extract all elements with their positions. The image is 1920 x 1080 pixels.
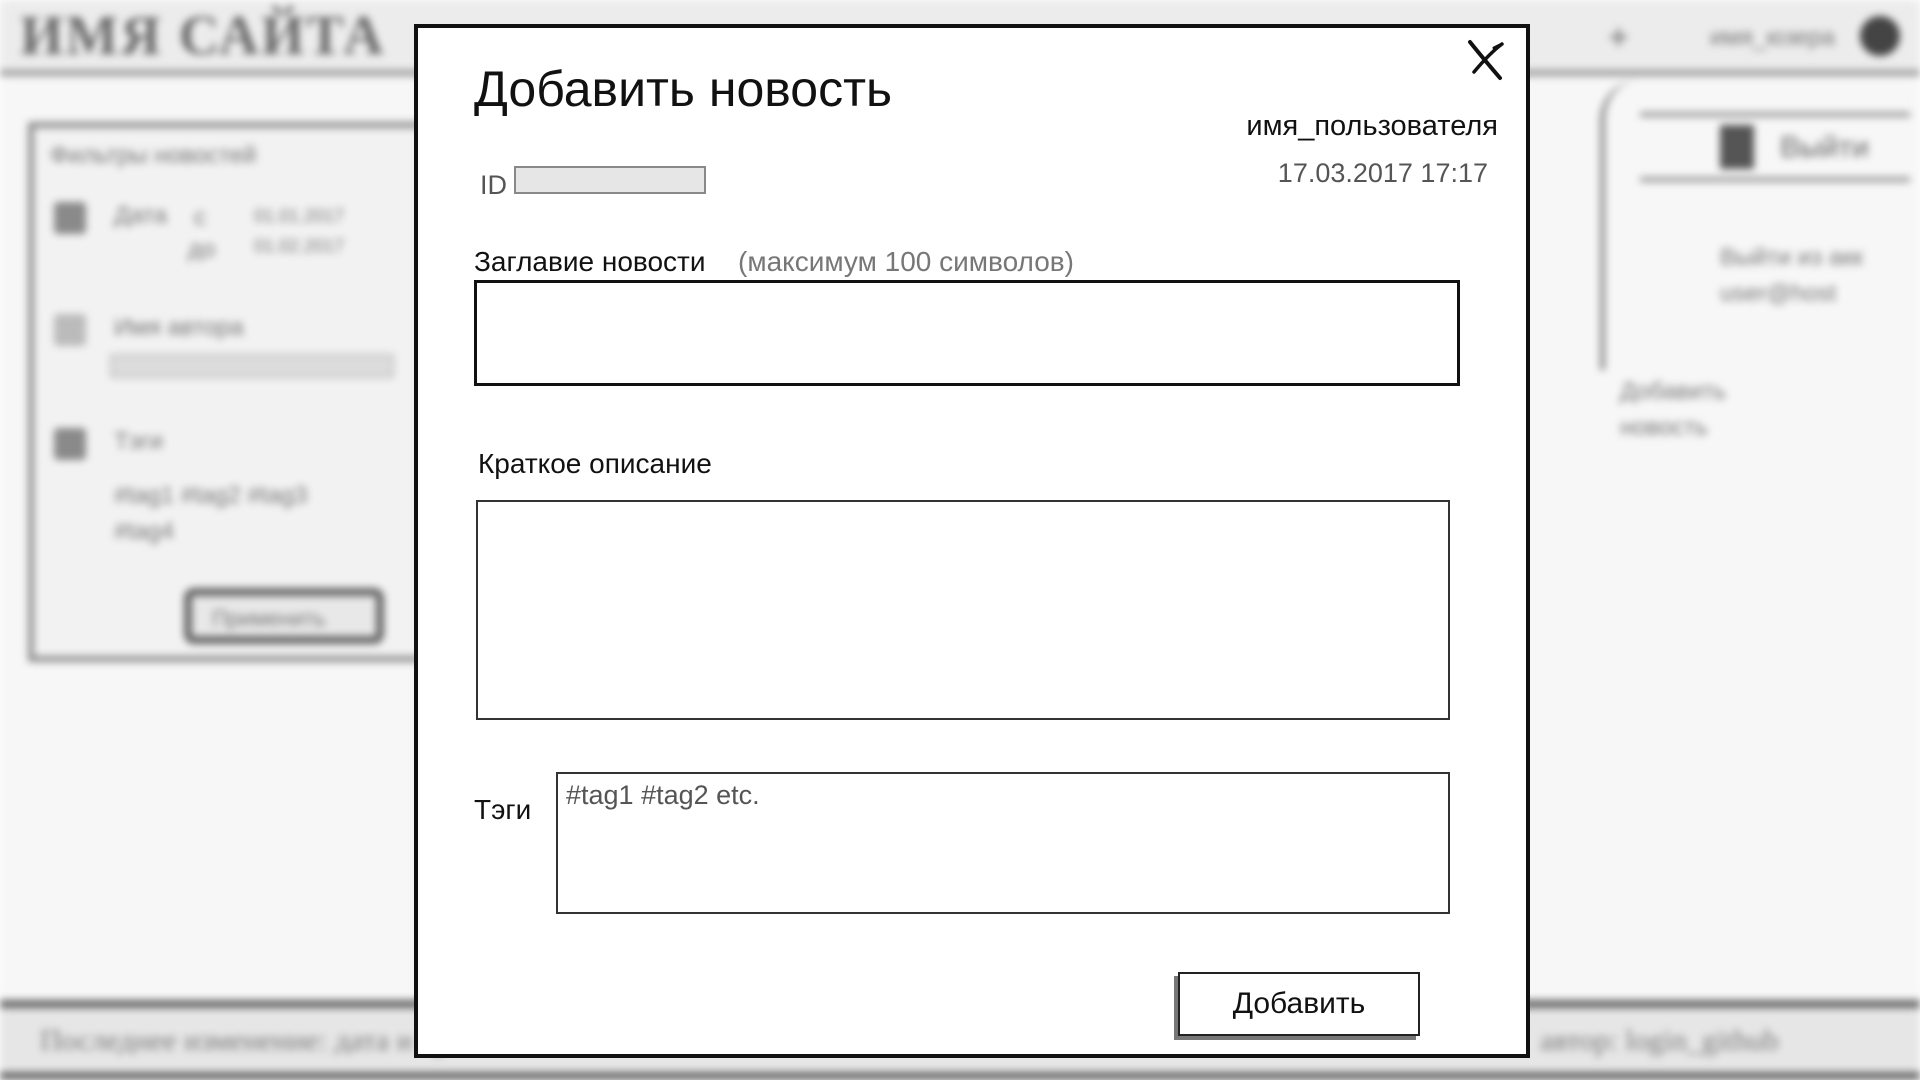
annotation-logout: Выйти из акк user@host: [1720, 240, 1863, 312]
logout-menu-item[interactable]: Выйти: [1640, 112, 1910, 182]
news-title-hint: (максимум 100 символов): [738, 246, 1074, 277]
tags-label: Тэги: [474, 794, 532, 825]
footer-author[interactable]: автор: login_github: [1540, 1024, 1779, 1058]
logout-icon: [1720, 125, 1754, 169]
date-filter-checkbox[interactable]: [54, 202, 86, 234]
tags-filter-checkbox[interactable]: [54, 428, 86, 460]
add-button[interactable]: Добавить: [1178, 972, 1420, 1036]
short-description-input[interactable]: [476, 500, 1450, 720]
add-news-dialog: Добавить новость имя_пользователя 17.03.…: [414, 24, 1530, 1058]
date-from-field[interactable]: 01.01.2017: [254, 206, 344, 227]
annotation-add-news: Добавить новость: [1620, 374, 1726, 446]
timestamp: 17.03.2017 17:17: [1277, 158, 1488, 188]
logout-label: Выйти: [1780, 131, 1869, 164]
id-field: [514, 166, 706, 194]
site-name[interactable]: ИМЯ САЙТА: [20, 4, 386, 68]
apply-button-label: Применить: [212, 606, 326, 631]
annotation-line: user@host: [1720, 280, 1837, 307]
news-title-input[interactable]: [474, 280, 1460, 386]
header-user-name[interactable]: имя_юзера: [1710, 24, 1835, 52]
add-news-icon[interactable]: +: [1608, 16, 1629, 58]
tags-filter-field[interactable]: #tag1 #tag2 #tag3 #tag4: [114, 478, 374, 550]
page: ИМЯ САЙТА + имя_юзера Выйти Выйти из акк…: [0, 0, 1920, 1080]
filter-panel: Фильтры новостей Дата с до 01.01.2017 01…: [28, 122, 428, 662]
news-title-label: Заглавие новости: [474, 246, 706, 277]
date-to-field[interactable]: 01.02.2017: [254, 236, 344, 257]
short-description-label: Краткое описание: [478, 448, 712, 479]
close-icon[interactable]: [1464, 38, 1508, 82]
annotation-line: Добавить: [1620, 378, 1727, 405]
username: имя_пользователя: [1246, 110, 1498, 142]
filter-panel-title: Фильтры новостей: [50, 142, 257, 169]
apply-button[interactable]: Применить: [184, 588, 384, 644]
author-filter-checkbox[interactable]: [54, 314, 86, 346]
author-filter-label: Имя автора: [114, 314, 244, 341]
annotation-line: Выйти из акк: [1720, 244, 1864, 271]
date-filter-label: Дата: [114, 202, 168, 229]
author-field[interactable]: [110, 354, 394, 378]
annotation-line: новость: [1620, 414, 1708, 441]
date-to-prefix: до: [188, 236, 216, 263]
date-from-prefix: с: [194, 204, 206, 231]
tags-filter-label: Тэги: [114, 428, 164, 455]
avatar[interactable]: [1860, 16, 1900, 56]
id-label: ID: [480, 170, 507, 200]
tags-input[interactable]: #tag1 #tag2 etc.: [556, 772, 1450, 914]
dialog-title: Добавить новость: [474, 61, 893, 117]
